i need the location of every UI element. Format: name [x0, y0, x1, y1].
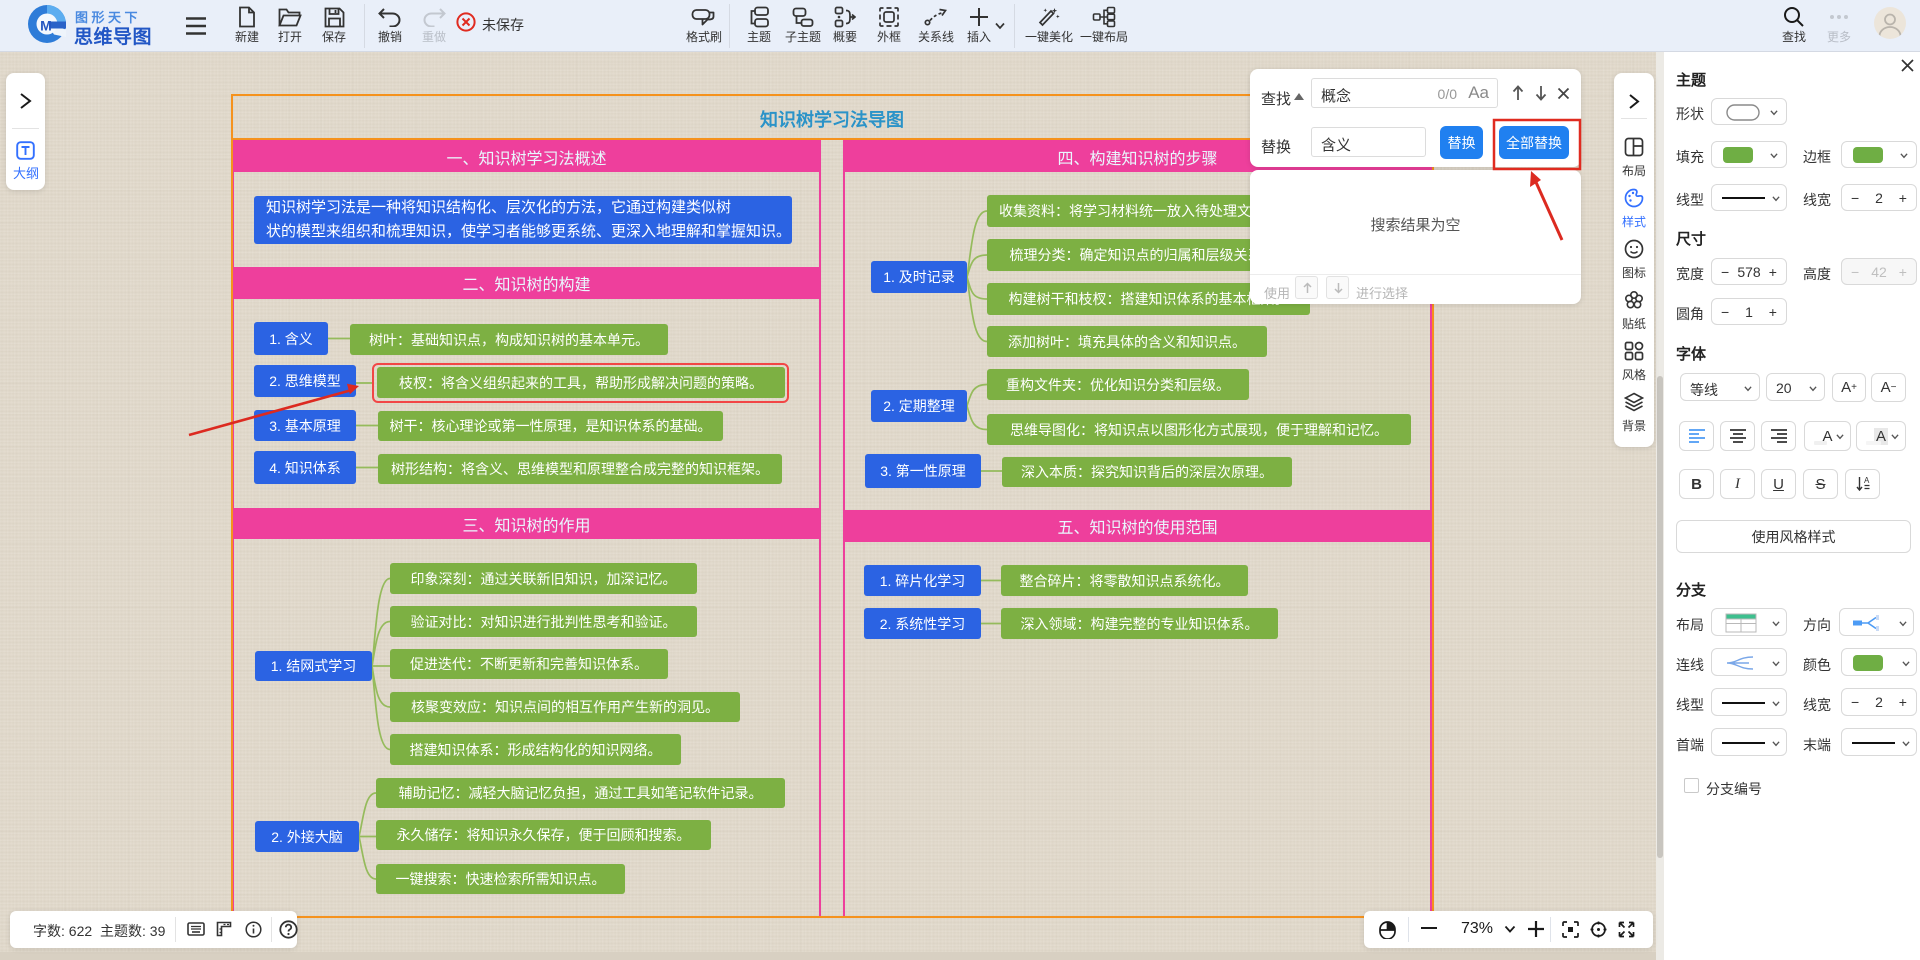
svg-text:M: M: [40, 18, 52, 34]
svg-text:A: A: [1864, 476, 1870, 485]
